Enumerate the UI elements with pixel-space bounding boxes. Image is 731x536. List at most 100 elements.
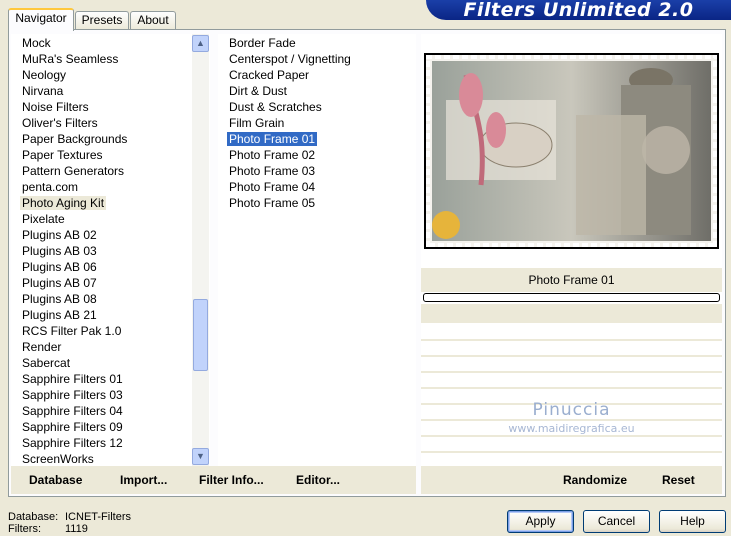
- category-item[interactable]: Plugins AB 02: [11, 227, 210, 243]
- tab-navigator[interactable]: Navigator: [8, 8, 74, 31]
- category-item-label: Paper Backgrounds: [22, 132, 128, 146]
- filter-item-label: Film Grain: [229, 116, 285, 130]
- filter-item-label: Photo Frame 05: [229, 196, 316, 210]
- filter-item-label: Centerspot / Vignetting: [229, 52, 351, 66]
- category-item[interactable]: Plugins AB 08: [11, 291, 210, 307]
- editor-button[interactable]: Editor...: [296, 473, 340, 487]
- parameter-header: [421, 304, 722, 323]
- category-item-label: Plugins AB 03: [22, 244, 97, 258]
- cancel-button[interactable]: Cancel: [583, 510, 650, 533]
- category-item[interactable]: Photo Aging Kit: [11, 195, 210, 211]
- filter-item[interactable]: Centerspot / Vignetting: [218, 51, 416, 67]
- category-item[interactable]: Sapphire Filters 04: [11, 403, 210, 419]
- randomize-button[interactable]: Randomize: [563, 473, 627, 487]
- category-item[interactable]: Paper Textures: [11, 147, 210, 163]
- selected-filter-name: Photo Frame 01: [421, 268, 722, 292]
- category-item[interactable]: Render: [11, 339, 210, 355]
- watermark-url: www.maidiregrafica.eu: [508, 422, 635, 435]
- category-item[interactable]: RCS Filter Pak 1.0: [11, 323, 210, 339]
- status-filters-value: 1119: [65, 523, 88, 535]
- category-scrollbar[interactable]: ▲ ▼: [192, 34, 209, 466]
- preview-image: [424, 53, 719, 249]
- category-item-label: Noise Filters: [22, 100, 89, 114]
- tab-presets[interactable]: Presets: [75, 11, 129, 30]
- category-item-label: Plugins AB 02: [22, 228, 97, 242]
- category-item-label: Sapphire Filters 04: [22, 404, 123, 418]
- filter-item-label: Photo Frame 01: [227, 132, 318, 146]
- filter-item-label: Photo Frame 02: [229, 148, 316, 162]
- filter-item[interactable]: Photo Frame 03: [218, 163, 416, 179]
- category-item[interactable]: Sapphire Filters 01: [11, 371, 210, 387]
- category-item-label: Pixelate: [22, 212, 65, 226]
- category-item[interactable]: Paper Backgrounds: [11, 131, 210, 147]
- category-item[interactable]: Sapphire Filters 09: [11, 419, 210, 435]
- status-filters-label: Filters:: [8, 523, 41, 535]
- chevron-down-icon[interactable]: ▼: [192, 448, 209, 465]
- category-item[interactable]: Mock: [11, 35, 210, 51]
- filter-item-label: Cracked Paper: [229, 68, 310, 82]
- category-item[interactable]: Pattern Generators: [11, 163, 210, 179]
- preview-artwork: [426, 55, 717, 247]
- filter-info-button[interactable]: Filter Info...: [199, 473, 264, 487]
- category-item-label: RCS Filter Pak 1.0: [22, 324, 122, 338]
- category-item[interactable]: Plugins AB 21: [11, 307, 210, 323]
- filter-item-label: Dust & Scratches: [229, 100, 322, 114]
- watermark-name: Pinuccia: [532, 400, 611, 420]
- progress-bar: [423, 293, 720, 302]
- category-item-label: Sapphire Filters 01: [22, 372, 123, 386]
- category-item[interactable]: MuRa's Seamless: [11, 51, 210, 67]
- import-button[interactable]: Import...: [120, 473, 167, 487]
- apply-button[interactable]: Apply: [507, 510, 574, 533]
- filter-item-label: Border Fade: [229, 36, 296, 50]
- category-item-label: Mock: [22, 36, 51, 50]
- filter-item[interactable]: Cracked Paper: [218, 67, 416, 83]
- category-item-label: penta.com: [22, 180, 79, 194]
- category-item[interactable]: Noise Filters: [11, 99, 210, 115]
- filter-list[interactable]: Border Fade Centerspot / Vignetting Cracke…: [218, 34, 416, 466]
- category-item-label: Sabercat: [22, 356, 71, 370]
- scrollbar-thumb[interactable]: [193, 299, 208, 371]
- category-item[interactable]: penta.com: [11, 179, 210, 195]
- filter-item[interactable]: Photo Frame 01: [218, 131, 416, 147]
- reset-button[interactable]: Reset: [662, 473, 695, 487]
- category-item-label: Plugins AB 08: [22, 292, 97, 306]
- app-title-banner: Filters Unlimited 2.0: [426, 0, 731, 20]
- filter-item[interactable]: Photo Frame 02: [218, 147, 416, 163]
- category-item-label: Neology: [22, 68, 67, 82]
- category-item[interactable]: Plugins AB 07: [11, 275, 210, 291]
- category-item[interactable]: Sabercat: [11, 355, 210, 371]
- category-item-label: Pattern Generators: [22, 164, 125, 178]
- category-item-label: ScreenWorks: [22, 452, 94, 466]
- category-item[interactable]: Pixelate: [11, 211, 210, 227]
- category-item-label: Render: [22, 340, 62, 354]
- category-item[interactable]: ScreenWorks: [11, 451, 210, 466]
- filter-item-label: Photo Frame 04: [229, 180, 316, 194]
- category-item[interactable]: Neology: [11, 67, 210, 83]
- category-item[interactable]: Sapphire Filters 12: [11, 435, 210, 451]
- category-item-label: Paper Textures: [22, 148, 103, 162]
- category-item[interactable]: Oliver's Filters: [11, 115, 210, 131]
- category-item[interactable]: Sapphire Filters 03: [11, 387, 210, 403]
- category-item[interactable]: Plugins AB 06: [11, 259, 210, 275]
- category-item-label: Oliver's Filters: [22, 116, 98, 130]
- category-item-label: Plugins AB 07: [22, 276, 97, 290]
- filter-item[interactable]: Dirt & Dust: [218, 83, 416, 99]
- tab-about[interactable]: About: [130, 11, 176, 30]
- filter-item[interactable]: Photo Frame 04: [218, 179, 416, 195]
- category-item[interactable]: Plugins AB 03: [11, 243, 210, 259]
- filter-item-label: Photo Frame 03: [229, 164, 316, 178]
- help-button[interactable]: Help: [659, 510, 726, 533]
- filter-item[interactable]: Border Fade: [218, 35, 416, 51]
- category-item-label: Plugins AB 06: [22, 260, 97, 274]
- preview-toolbar: Randomize Reset: [421, 466, 722, 494]
- category-item-label: Plugins AB 21: [22, 308, 97, 322]
- category-item-label: Sapphire Filters 09: [22, 420, 123, 434]
- filter-item[interactable]: Dust & Scratches: [218, 99, 416, 115]
- category-list[interactable]: Mock MuRa's Seamless Neology Nirvana Noise F…: [11, 34, 210, 466]
- category-item[interactable]: Nirvana: [11, 83, 210, 99]
- filter-item[interactable]: Photo Frame 05: [218, 195, 416, 211]
- database-button[interactable]: Database: [29, 473, 82, 487]
- chevron-up-icon[interactable]: ▲: [192, 35, 209, 52]
- parameter-rows: [421, 325, 722, 465]
- filter-item[interactable]: Film Grain: [218, 115, 416, 131]
